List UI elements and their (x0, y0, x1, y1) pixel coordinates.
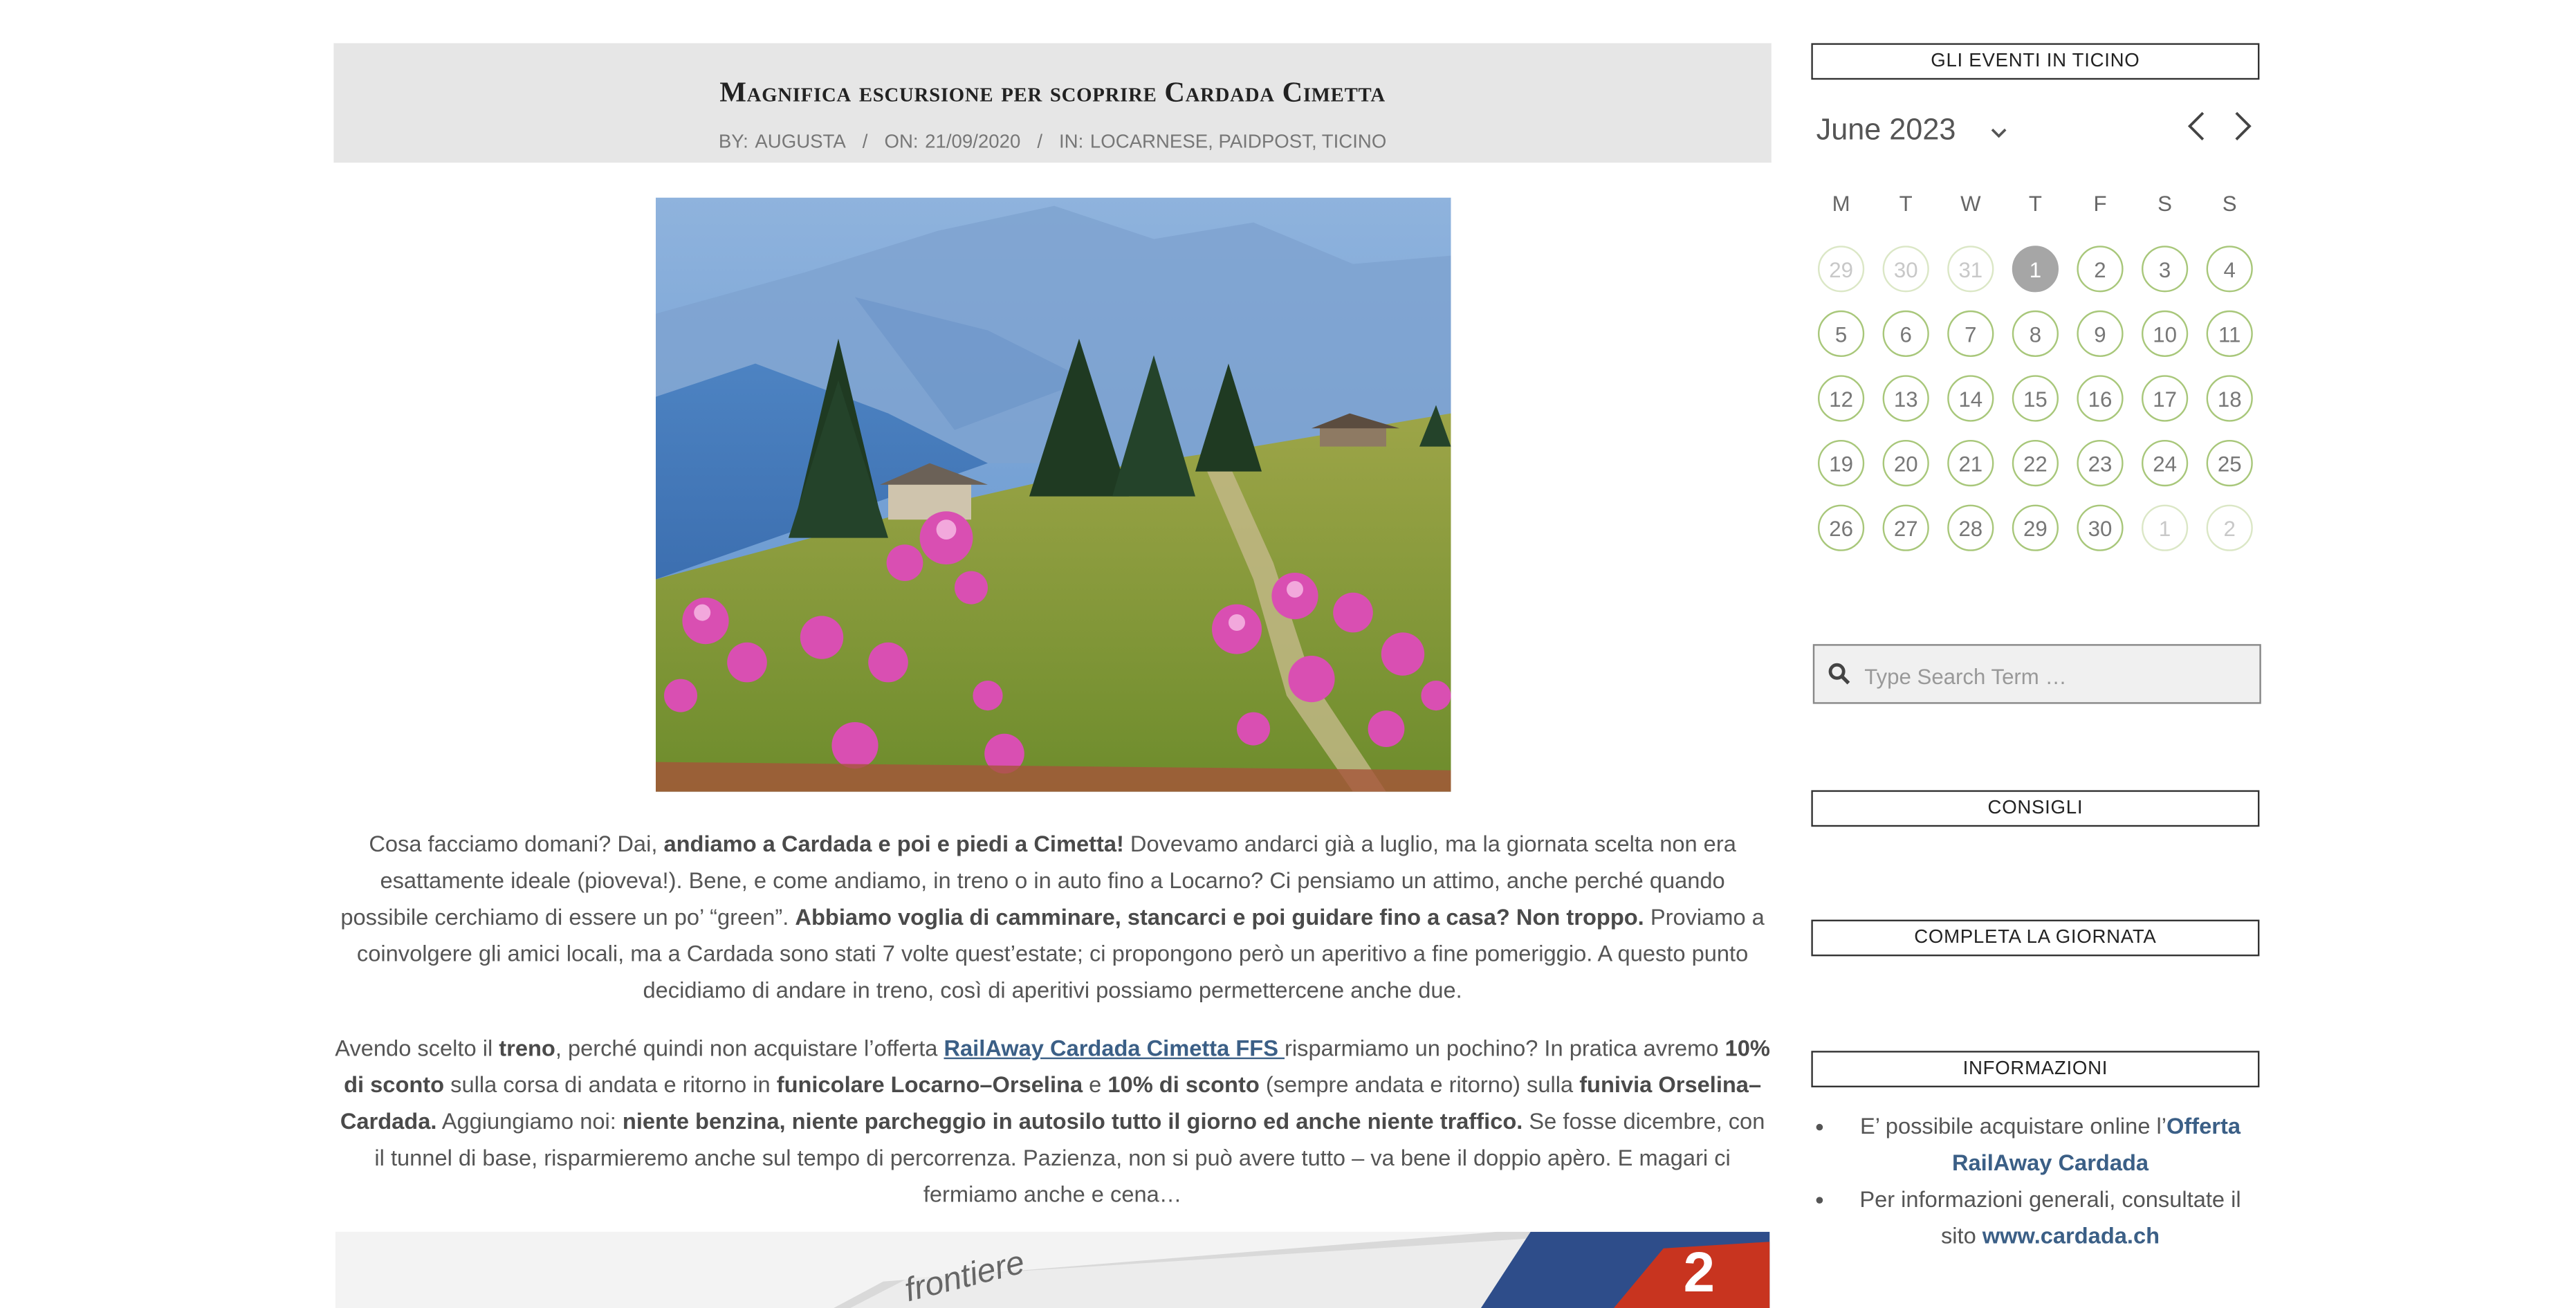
page: Magnifica escursione per scoprire Cardad… (0, 0, 2576, 1308)
mountain-meadow-photo (656, 197, 1451, 792)
calendar-day[interactable]: 21 (1947, 440, 1994, 487)
train-image: frontiere 2 (335, 1231, 1770, 1308)
bold-text: andiamo a Cardada e poi e piedi a Cimett… (663, 831, 1124, 857)
text: Aggiungiamo noi: (436, 1109, 623, 1134)
post-title[interactable]: Magnifica escursione per scoprire Cardad… (333, 76, 1771, 109)
calendar-day[interactable]: 16 (2077, 375, 2124, 422)
meta-on-label: ON: (884, 133, 919, 153)
calendar-day[interactable]: 8 (2012, 310, 2059, 357)
calendar-day[interactable]: 22 (2012, 440, 2059, 487)
list-item: E’ possibile acquistare online l’Offerta… (1841, 1109, 2260, 1182)
weekday-label: M (1832, 191, 1850, 216)
search-icon (1828, 663, 1850, 685)
calendar-day[interactable]: 3 (2142, 246, 2189, 293)
calendar-day[interactable]: 2 (2077, 246, 2124, 293)
info-list: E’ possibile acquistare online l’Offerta… (1811, 1109, 2259, 1255)
calendar-day[interactable]: 31 (1947, 246, 1994, 293)
bold-text: 10% di sconto (1107, 1072, 1260, 1098)
info-text: E’ possibile acquistare online l’ (1859, 1114, 2167, 1139)
calendar-day[interactable]: 28 (1947, 504, 1994, 551)
calendar-day[interactable]: 27 (1882, 504, 1929, 551)
text: risparmiamo un pochino? In pratica avrem… (1285, 1035, 1725, 1061)
post-meta: BY: AUGUSTA / ON: 21/09/2020 / IN: LOCARNESE, P… (333, 133, 1771, 153)
calendar-day[interactable]: 5 (1818, 310, 1865, 357)
post-content: Cosa facciamo domani? Dai, andiamo a Car… (333, 827, 1771, 1235)
calendar-day[interactable]: 19 (1818, 440, 1865, 487)
chevron-right-icon (2235, 111, 2252, 140)
informazioni-widget-title: INFORMAZIONI (1811, 1051, 2260, 1088)
text: Cosa facciamo domani? Dai, (369, 831, 664, 857)
calendar-day[interactable]: 14 (1947, 375, 1994, 422)
text: Avendo scelto il (335, 1035, 499, 1061)
weekday-label: S (2158, 191, 2172, 216)
calendar-day[interactable]: 6 (1882, 310, 1929, 357)
meta-categories[interactable]: LOCARNESE, PAIDPOST, TICINO (1090, 133, 1386, 153)
calendar-month: June 2023 (1816, 113, 1956, 147)
weekday-label: W (1960, 191, 1981, 216)
calendar-day[interactable]: 26 (1818, 504, 1865, 551)
completa-widget-title: COMPLETA LA GIORNATA (1811, 919, 2260, 957)
meta-by-label: BY: (718, 133, 748, 153)
calendar-next-button[interactable] (2228, 109, 2254, 142)
calendar-day[interactable]: 11 (2206, 310, 2253, 357)
weekday-label: S (2222, 191, 2237, 216)
meta-separator: / (1037, 133, 1043, 153)
month-dropdown[interactable] (1989, 109, 2009, 160)
calendar-day[interactable]: 9 (2077, 310, 2124, 357)
calendar-day[interactable]: 18 (2206, 375, 2253, 422)
calendar-day[interactable]: 23 (2077, 440, 2124, 487)
calendar-day[interactable]: 2 (2206, 504, 2253, 551)
calendar-day[interactable]: 12 (1818, 375, 1865, 422)
meta-author[interactable]: AUGUSTA (755, 133, 845, 153)
calendar-prev-button[interactable] (2184, 109, 2211, 142)
calendar-day[interactable]: 29 (1818, 246, 1865, 293)
calendar-header: June 2023 (1816, 109, 2261, 159)
weekday-label: T (1899, 191, 1913, 216)
weekday-label: T (2028, 191, 2042, 216)
list-item: Per informazioni generali, consultate il… (1841, 1182, 2260, 1255)
search-box[interactable] (1812, 644, 2261, 704)
text: e (1083, 1072, 1108, 1098)
cardada-site-link[interactable]: www.cardada.ch (1982, 1224, 2160, 1249)
calendar-day[interactable]: 30 (1882, 246, 1929, 293)
weekday-label: F (2093, 191, 2107, 216)
calendar-day[interactable]: 7 (1947, 310, 1994, 357)
meta-separator: / (862, 133, 868, 153)
train-photo: frontiere 2 (335, 1231, 1770, 1308)
text: , perché quindi non acquistare l’offerta (555, 1035, 944, 1061)
calendar-day[interactable]: 25 (2206, 440, 2253, 487)
paragraph-2: Avendo scelto il treno, perché quindi no… (333, 1031, 1771, 1213)
calendar-day[interactable]: 20 (1882, 440, 1929, 487)
meta-in-label: IN: (1059, 133, 1084, 153)
calendar-day[interactable]: 1 (2142, 504, 2189, 551)
bold-text: niente benzina, niente parcheggio in aut… (622, 1109, 1523, 1134)
calendar-day[interactable]: 4 (2206, 246, 2253, 293)
calendar-day[interactable]: 13 (1882, 375, 1929, 422)
text: (sempre andata e ritorno) sulla (1259, 1072, 1580, 1098)
chevron-down-icon (1991, 128, 2007, 138)
text: sulla corsa di andata e ritorno in (444, 1072, 777, 1098)
calendar-day[interactable]: 24 (2142, 440, 2189, 487)
bold-text: treno (499, 1035, 555, 1061)
calendar-day[interactable]: 29 (2012, 504, 2059, 551)
post-header: Magnifica escursione per scoprire Cardad… (333, 43, 1772, 163)
search-input[interactable] (1861, 656, 2250, 696)
consigli-widget-title: CONSIGLI (1811, 790, 2260, 827)
chevron-left-icon (2187, 111, 2205, 140)
bold-text: funicolare Locarno–Orselina (776, 1072, 1083, 1098)
calendar-day[interactable]: 17 (2142, 375, 2189, 422)
calendar-day[interactable]: 1 (2012, 246, 2059, 293)
calendar-day[interactable]: 10 (2142, 310, 2189, 357)
calendar-day[interactable]: 30 (2077, 504, 2124, 551)
paragraph-1: Cosa facciamo domani? Dai, andiamo a Car… (333, 827, 1771, 1009)
railaway-offer-link[interactable]: RailAway Cardada Cimetta FFS (944, 1036, 1285, 1061)
bold-text: Abbiamo voglia di camminare, stancarci e… (795, 905, 1644, 930)
meta-date[interactable]: 21/09/2020 (925, 133, 1020, 153)
calendar-day[interactable]: 15 (2012, 375, 2059, 422)
hero-image (656, 197, 1451, 792)
events-widget-title: GLI EVENTI IN TICINO (1811, 43, 2260, 80)
